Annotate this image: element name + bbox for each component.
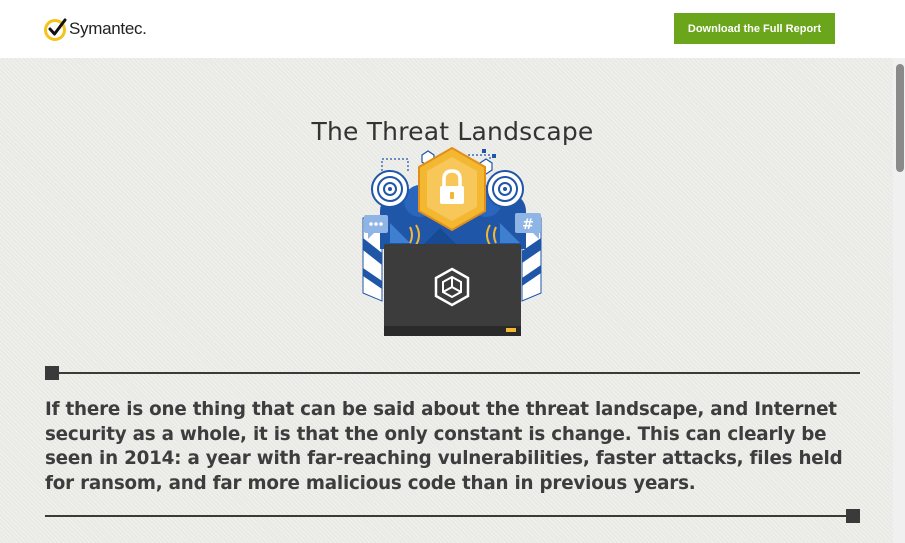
intro-paragraph: If there is one thing that can be said a… bbox=[45, 399, 843, 494]
svg-text:#: # bbox=[522, 217, 534, 233]
target-right-icon bbox=[486, 170, 524, 208]
download-report-button[interactable]: Download the Full Report bbox=[674, 13, 835, 44]
divider-bottom-marker bbox=[846, 509, 860, 523]
target-left-icon bbox=[371, 170, 409, 208]
symantec-logo[interactable]: Symantec. bbox=[44, 17, 147, 41]
divider-top bbox=[52, 372, 860, 374]
brand-name: Symantec. bbox=[69, 19, 147, 38]
security-lock-illustration: # bbox=[362, 146, 542, 336]
lock-icon bbox=[418, 146, 486, 232]
divider-bottom bbox=[45, 515, 853, 517]
top-bar: Symantec. Download the Full Report bbox=[0, 0, 905, 58]
device-screen bbox=[384, 244, 521, 336]
divider-top-marker bbox=[45, 366, 59, 380]
checkmark-circle-icon bbox=[44, 18, 67, 41]
page-title: The Threat Landscape bbox=[311, 116, 594, 146]
